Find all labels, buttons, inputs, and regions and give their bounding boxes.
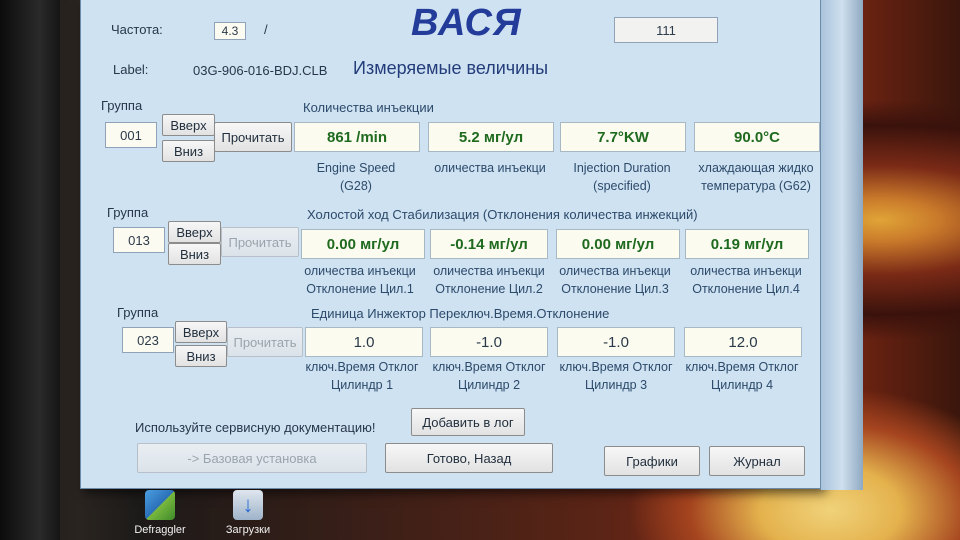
read-button[interactable]: Прочитать <box>227 327 303 357</box>
value-caption-3: оличества инъекци Отклонение Цил.3 <box>559 264 671 296</box>
group-label: Группа <box>107 205 149 220</box>
value-caption-2: оличества инъекци <box>434 161 546 175</box>
value-field-4: 0.19 мг/ул <box>685 229 809 259</box>
value-field-3: 7.7°KW <box>560 122 686 152</box>
add-to-log-button[interactable]: Добавить в лог <box>411 408 525 436</box>
group-label: Группа <box>117 305 159 320</box>
value-field-3: 0.00 мг/ул <box>556 229 680 259</box>
group-number-input[interactable]: 001 <box>105 122 157 148</box>
group-down-button[interactable]: Вниз <box>175 345 227 367</box>
value-field-1: 0.00 мг/ул <box>301 229 425 259</box>
downloads-folder-icon <box>233 490 263 520</box>
top-value-box: 111 <box>614 17 718 43</box>
monitor-bezel <box>0 0 60 540</box>
group-up-button[interactable]: Вверх <box>175 321 227 343</box>
value-field-4: 90.0°C <box>694 122 820 152</box>
label-value: 03G-906-016-BDJ.CLB <box>193 63 328 78</box>
value-field-3: -1.0 <box>557 327 675 357</box>
freq-value-field: 4.3 <box>214 22 246 40</box>
read-button[interactable]: Прочитать <box>214 122 292 152</box>
value-caption-1: Engine Speed (G28) <box>316 161 396 193</box>
value-caption-1: ключ.Время Отклог Цилиндр 1 <box>305 360 419 392</box>
desktop-icon-downloads[interactable]: Загрузки <box>218 490 278 536</box>
value-field-2: -0.14 мг/ул <box>430 229 548 259</box>
value-caption-4: хлаждающая жидко температура (G62) <box>698 161 814 193</box>
value-field-2: 5.2 мг/ул <box>428 122 554 152</box>
value-caption-2: оличества инъекци Отклонение Цил.2 <box>433 264 545 296</box>
service-doc-note: Используйте сервисную документацию! <box>135 420 376 435</box>
value-caption-3: ключ.Время Отклог Цилиндр 3 <box>559 360 673 392</box>
group-number-input[interactable]: 013 <box>113 227 165 253</box>
label-caption: Label: <box>113 62 149 77</box>
group-title: Холостой ход Стабилизация (Отклонения ко… <box>307 207 698 222</box>
value-field-2: -1.0 <box>430 327 548 357</box>
measured-values-window: Частота: 4.3 / ВАСЯ 111 Label: 03G-906-0… <box>80 0 822 489</box>
value-caption-1: оличества инъекци Отклонение Цил.1 <box>304 264 416 296</box>
group-title: Единица Инжектор Переключ.Время.Отклонен… <box>311 306 610 321</box>
value-caption-4: оличества инъекци Отклонение Цил.4 <box>690 264 802 296</box>
graphs-button[interactable]: Графики <box>604 446 700 476</box>
group-down-button[interactable]: Вниз <box>162 140 215 162</box>
desktop-icon-defraggler[interactable]: Defraggler <box>130 490 190 536</box>
value-field-1: 1.0 <box>305 327 423 357</box>
group-down-button[interactable]: Вниз <box>168 243 221 265</box>
screen-title: Измеряемые величины <box>353 58 549 78</box>
basic-setting-button[interactable]: -> Базовая установка <box>137 443 367 473</box>
value-field-4: 12.0 <box>684 327 802 357</box>
defraggler-icon <box>145 490 175 520</box>
done-back-button[interactable]: Готово, Назад <box>385 443 553 473</box>
group-label: Группа <box>101 98 143 113</box>
journal-button[interactable]: Журнал <box>709 446 805 476</box>
value-caption-4: ключ.Время Отклог Цилиндр 4 <box>685 360 799 392</box>
group-title: Количества инъекции <box>303 100 434 115</box>
freq-separator: / <box>264 22 268 37</box>
window-frame-edge <box>820 0 863 490</box>
value-caption-2: ключ.Время Отклог Цилиндр 2 <box>432 360 546 392</box>
group-up-button[interactable]: Вверх <box>162 114 215 136</box>
freq-label: Частота: <box>111 22 163 37</box>
app-title: ВАСЯ <box>411 2 522 44</box>
value-caption-3: Injection Duration (specified) <box>573 161 671 193</box>
read-button[interactable]: Прочитать <box>221 227 299 257</box>
group-number-input[interactable]: 023 <box>122 327 174 353</box>
value-field-1: 861 /min <box>294 122 420 152</box>
desktop-icons: Defraggler Загрузки <box>130 490 278 536</box>
group-up-button[interactable]: Вверх <box>168 221 221 243</box>
